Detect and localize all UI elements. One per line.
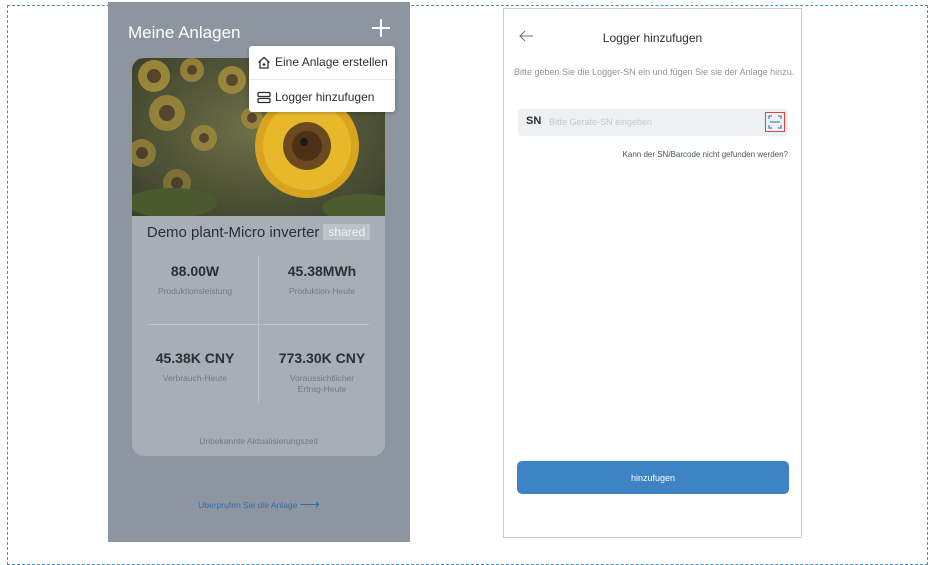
house-add-icon xyxy=(258,56,270,69)
stat-value: 88.00W xyxy=(170,263,220,279)
stat-label: Verbrauch-Heute xyxy=(162,373,228,383)
stat-production-power: 88.00W Produktionsleistung xyxy=(132,263,258,297)
add-logger-button[interactable]: hinzufugen xyxy=(517,461,789,494)
menu-item-label: Logger hinzufugen xyxy=(275,90,375,104)
plant-name: Demo plant-Micro inverter xyxy=(146,224,320,241)
sn-field: SN xyxy=(518,109,788,136)
stat-value: 45.38K CNY xyxy=(155,350,235,366)
stat-label: Produktion-Heute xyxy=(288,286,356,296)
arrow-right-icon: ⟶ xyxy=(299,496,320,512)
sn-label: SN xyxy=(526,115,542,127)
stat-divider-vertical xyxy=(258,256,259,402)
right-phone-screen: Logger hinzufugen Bitte geben Sie die Lo… xyxy=(503,8,802,538)
logger-device-icon xyxy=(257,91,271,103)
left-phone-screen: Meine Anlagen Demo plant-Micro inverter … xyxy=(108,2,410,542)
check-plant-link[interactable]: Uberprufen Sie die Anlage ⟶ xyxy=(108,496,410,513)
stat-production-today: 45.38MWh Produktion-Heute xyxy=(259,263,385,297)
stat-label: Voraussichtlicher Ertrag-Heute xyxy=(289,373,355,394)
stat-value: 773.30K CNY xyxy=(278,350,366,366)
page-title: Logger hinzufugen xyxy=(602,31,703,45)
menu-divider xyxy=(249,79,395,80)
stat-value: 45.38MWh xyxy=(287,263,357,279)
add-menu-dropdown: Eine Anlage erstellen Logger hinzufugen xyxy=(249,46,395,112)
page-title: Meine Anlagen xyxy=(128,23,241,42)
menu-item-add-logger[interactable]: Logger hinzufugen xyxy=(257,87,374,107)
scan-icon xyxy=(768,115,782,129)
stat-expected-yield: 773.30K CNY Voraussichtlicher Ertrag-Heu… xyxy=(259,350,385,395)
check-plant-label: Uberprufen Sie die Anlage xyxy=(198,500,298,510)
plant-name-row: Demo plant-Micro inverter shared xyxy=(132,224,385,241)
menu-item-label: Eine Anlage erstellen xyxy=(275,55,388,69)
plus-icon[interactable] xyxy=(369,16,393,40)
menu-item-create-plant[interactable]: Eine Anlage erstellen xyxy=(257,52,388,72)
sn-help-link[interactable]: Kann der SN/Barcode nicht gefunden werde… xyxy=(518,150,788,159)
stat-label: Produktionsleistung xyxy=(157,286,233,296)
stat-divider-horizontal xyxy=(148,324,369,325)
shared-badge: shared xyxy=(323,224,371,240)
instruction-text: Bitte geben Sie die Logger-SN ein und fü… xyxy=(514,67,795,77)
plant-card[interactable]: Demo plant-Micro inverter shared 88.00W P… xyxy=(132,58,385,456)
sn-input[interactable] xyxy=(549,114,749,130)
scan-button[interactable] xyxy=(765,112,785,132)
update-status: Unbekannte Aktualisierungszeit xyxy=(199,436,318,446)
stat-consumption-today: 45.38K CNY Verbrauch-Heute xyxy=(132,350,258,384)
